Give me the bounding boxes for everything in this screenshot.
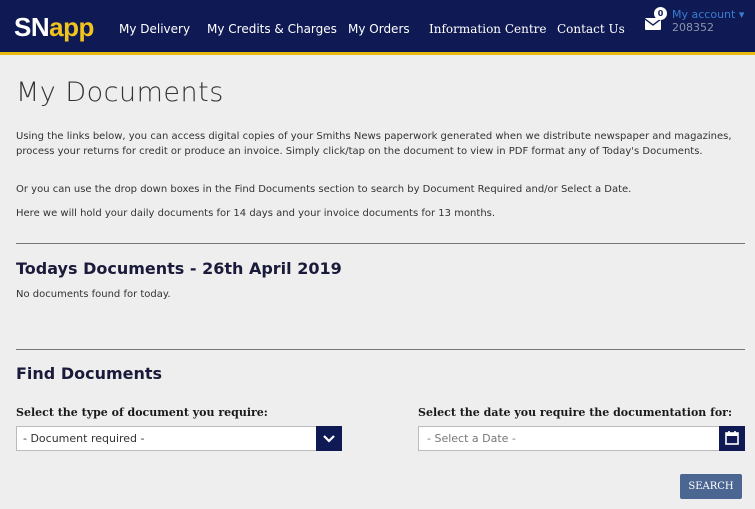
nav-my-delivery[interactable]: My Delivery — [119, 22, 190, 36]
todays-documents-heading: Todays Documents - 26th April 2019 — [16, 259, 342, 278]
nav-my-credits-charges[interactable]: My Credits & Charges — [207, 22, 337, 36]
top-navbar: SNapp My Delivery My Credits & Charges M… — [0, 0, 755, 55]
account-number: 208352 — [672, 21, 714, 34]
nav-contact-us[interactable]: Contact Us — [557, 22, 625, 36]
caret-down-icon: ▾ — [738, 8, 745, 21]
document-type-select[interactable]: - Document required - — [16, 426, 342, 451]
page-title: My Documents — [16, 77, 224, 108]
chevron-down-icon[interactable] — [316, 426, 342, 451]
intro-paragraph-1: Using the links below, you can access di… — [16, 131, 732, 157]
intro-paragraph-3: Here we will hold your daily documents f… — [16, 208, 496, 219]
intro-paragraph-2: Or you can use the drop down boxes in th… — [16, 184, 632, 195]
notification-badge: 0 — [654, 7, 667, 20]
snapp-logo[interactable]: SNapp — [14, 12, 94, 43]
nav-my-orders[interactable]: My Orders — [348, 22, 410, 36]
calendar-icon[interactable] — [719, 426, 745, 451]
search-button[interactable]: SEARCH — [680, 474, 742, 499]
section-divider — [16, 349, 745, 350]
find-documents-heading: Find Documents — [16, 364, 163, 383]
date-placeholder: - Select a Date - — [427, 432, 516, 445]
date-label: Select the date you require the document… — [418, 406, 733, 419]
nav-information-centre[interactable]: Information Centre — [429, 22, 547, 36]
document-type-label: Select the type of document you require: — [16, 406, 268, 419]
date-input[interactable]: - Select a Date - — [418, 426, 745, 451]
document-type-value: - Document required - — [23, 432, 145, 445]
my-account-menu[interactable]: My account ▾ 208352 — [672, 8, 744, 34]
no-documents-message: No documents found for today. — [16, 289, 171, 300]
section-divider — [16, 243, 745, 244]
account-label: My account — [672, 8, 736, 21]
